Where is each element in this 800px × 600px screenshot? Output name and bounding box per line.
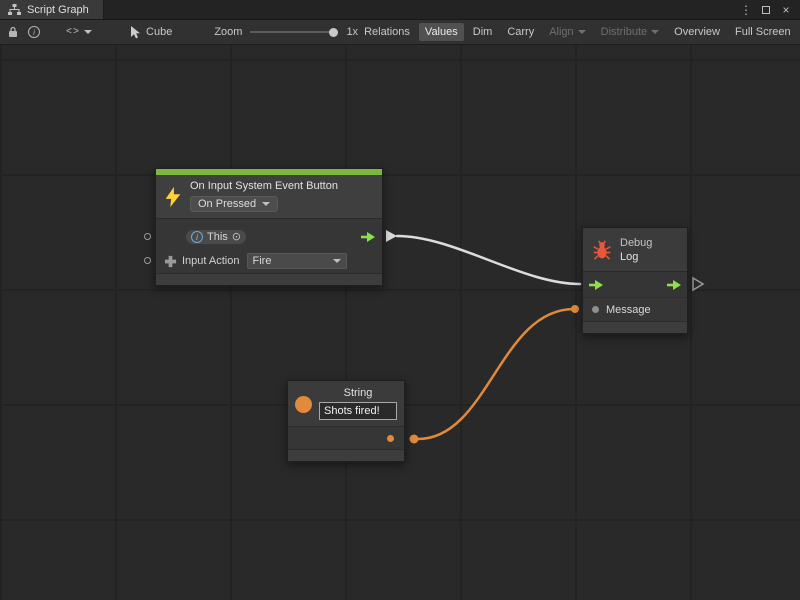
message-label: Message [606,304,651,316]
string-node-title: String [319,387,397,399]
event-node-body: i This ⊙ Input Action Fire [156,219,382,273]
event-node-footer [156,273,382,285]
graph-target-label: Cube [146,26,172,38]
string-node-footer [288,449,404,461]
object-icon: i [191,231,203,243]
message-port-row[interactable]: Message [583,298,687,321]
debug-header-text: Debug Log [620,236,652,264]
node-string-literal[interactable]: String Shots fired! [287,380,405,462]
input-action-icon [164,255,177,268]
debug-node-footer [583,321,687,333]
event-mode-dropdown[interactable]: On Pressed [190,196,278,212]
input-action-value: Fire [253,255,272,267]
caret-down-icon [651,30,659,34]
caret-down-icon [84,30,92,34]
lightning-bolt-icon [162,186,184,208]
flow-arrow-icon [588,279,604,291]
flow-output-port[interactable] [360,231,376,243]
event-mode-value: On Pressed [198,198,256,210]
debug-node-category: Debug [620,236,652,250]
code-icon: <> [66,27,80,38]
embed-code-button[interactable]: <> [62,25,96,40]
window-controls: ⋮ × [738,0,800,19]
toolbar-button-dim[interactable]: Dim [467,23,499,41]
string-output-connector[interactable] [410,435,419,444]
zoom-slider-track [250,31,338,33]
event-icon-cell [156,175,190,218]
toolbar-right-group: Relations Values Dim Carry Align Distrib… [358,23,799,41]
string-type-icon [295,396,312,413]
input-action-port-row: Input Action Fire [156,249,382,273]
debug-node-title: Log [620,250,652,264]
flow-arrow-icon [666,279,682,291]
object-picker-icon[interactable]: ⊙ [232,232,241,243]
this-label: This [207,231,228,243]
debug-node-header[interactable]: Debug Log [583,228,687,272]
zoom-slider-handle[interactable] [329,28,338,37]
titlebar: Script Graph ⋮ × [0,0,800,20]
message-input-connector[interactable] [571,305,579,313]
caret-down-icon [333,259,341,263]
info-button[interactable]: i [24,24,44,40]
this-object-field[interactable]: i This ⊙ [186,230,246,244]
event-header-main: On Input System Event Button On Pressed [190,175,382,218]
toolbar-button-values[interactable]: Values [419,23,464,41]
zoom-label: Zoom [214,26,242,38]
toolbar-button-overview[interactable]: Overview [668,23,726,41]
zoom-slider[interactable] [250,27,338,37]
toolbar-button-fullscreen[interactable]: Full Screen [729,23,797,41]
flow-arrow-icon [360,231,376,243]
action-input-port[interactable] [144,257,151,264]
flow-input-port[interactable] [588,279,604,291]
flow-continue-port[interactable] [693,278,703,290]
tab-title: Script Graph [27,4,89,16]
maximize-button[interactable] [758,2,774,18]
toolbar-button-align[interactable]: Align [543,23,591,41]
close-button[interactable]: × [778,2,794,18]
toolbar-button-distribute-label: Distribute [601,26,647,38]
toolbar-button-carry[interactable]: Carry [501,23,540,41]
string-output-port[interactable] [387,435,394,442]
event-node-header[interactable]: On Input System Event Button On Pressed [156,175,382,219]
message-input-port[interactable] [592,306,599,313]
toolbar-button-align-label: Align [549,26,573,38]
caret-down-icon [262,202,270,206]
window-menu-icon[interactable]: ⋮ [738,2,754,18]
input-action-dropdown[interactable]: Fire [247,253,347,269]
node-debug-log[interactable]: Debug Log Message [582,227,688,334]
flow-wire[interactable] [397,236,580,284]
flow-output-connector[interactable] [386,230,397,242]
string-node-body [288,427,404,449]
toolbar-left-group: i <> [4,24,96,40]
message-wire[interactable] [418,309,574,439]
toolbar-button-distribute[interactable]: Distribute [595,23,665,41]
bug-icon [592,239,612,261]
maximize-icon [762,6,770,14]
string-node-header[interactable]: String Shots fired! [288,381,404,427]
node-on-input-system-event-button[interactable]: On Input System Event Button On Pressed … [155,168,383,286]
graph-toolbar: i <> Cube Zoom 1x Relations Values Dim C… [0,20,800,45]
target-port-row: i This ⊙ [156,225,382,249]
graph-canvas[interactable]: On Input System Event Button On Pressed … [0,45,800,600]
string-header-main: String Shots fired! [319,387,397,420]
flow-output-port[interactable] [666,279,682,291]
debug-flow-row [583,272,687,298]
script-graph-icon [8,4,21,15]
zoom-control: Zoom 1x [214,26,358,38]
lock-icon [8,26,18,38]
input-action-label: Input Action [182,255,240,267]
string-value-field[interactable]: Shots fired! [319,402,397,420]
target-input-port[interactable] [144,233,151,240]
caret-down-icon [578,30,586,34]
info-icon: i [28,26,40,38]
tab-script-graph[interactable]: Script Graph [0,0,104,19]
event-node-title: On Input System Event Button [190,180,378,193]
zoom-value: 1x [346,26,358,38]
graph-target[interactable]: Cube [130,26,172,39]
lock-button[interactable] [4,24,22,40]
pointer-icon [130,26,141,39]
toolbar-button-relations[interactable]: Relations [358,23,416,41]
